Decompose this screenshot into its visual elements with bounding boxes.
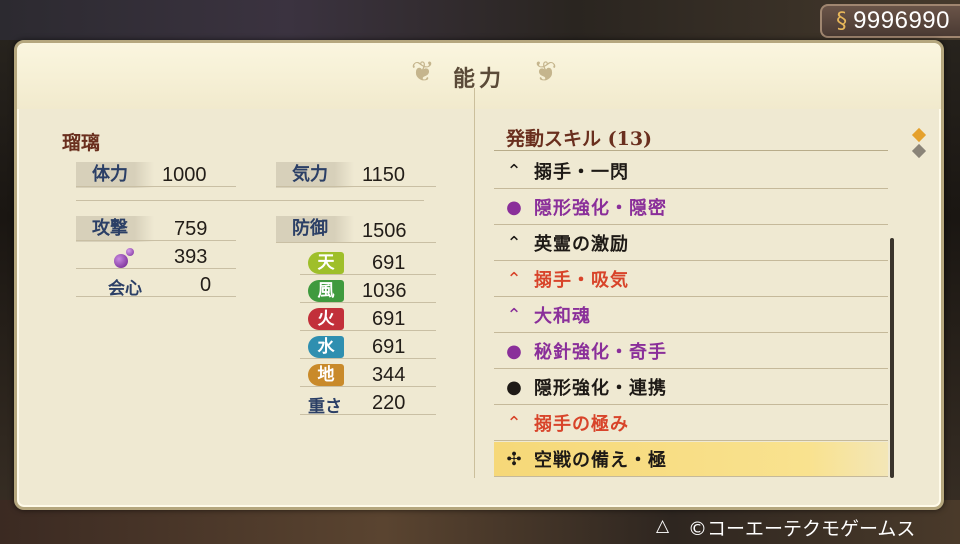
mountain-icon: ⌃ bbox=[506, 304, 522, 326]
title-bar: ❦ 能力 ❦ bbox=[17, 43, 941, 109]
skill-item[interactable]: ⌃ 搦手・一閃 bbox=[494, 154, 888, 189]
element-fire-value: 691 bbox=[372, 308, 406, 330]
divider-line bbox=[76, 268, 236, 269]
skill-label: 大和魂 bbox=[534, 306, 591, 327]
skill-label: 搦手の極み bbox=[534, 414, 629, 435]
defense-label: 防御 bbox=[276, 216, 354, 242]
divider-line bbox=[76, 296, 236, 297]
element-water-badge: 水 bbox=[308, 336, 344, 358]
attack-label: 攻撃 bbox=[76, 216, 154, 242]
element-water-value: 691 bbox=[372, 336, 406, 358]
element-earth-badge: 地 bbox=[308, 364, 344, 386]
hp-label: 体力 bbox=[76, 162, 154, 188]
divider-line bbox=[76, 186, 236, 187]
triangle-button-icon[interactable]: △ bbox=[656, 516, 669, 536]
divider-line bbox=[76, 240, 236, 241]
skill-item[interactable]: ● 隠形強化・隠密 bbox=[494, 190, 888, 225]
divider-line bbox=[300, 302, 436, 303]
mountain-icon: ⌃ bbox=[506, 268, 522, 290]
divider-line bbox=[276, 242, 436, 243]
element-heaven-value: 691 bbox=[372, 252, 406, 274]
magic-value: 393 bbox=[174, 246, 208, 268]
skill-item[interactable]: ⌃ 搦手・吸気 bbox=[494, 262, 888, 297]
mountain-icon: ⌃ bbox=[506, 232, 522, 254]
skills-header-line bbox=[494, 150, 888, 151]
skill-item[interactable]: ⌃ 英霊の激励 bbox=[494, 226, 888, 261]
purple-orb-icon: ● bbox=[506, 196, 522, 218]
skill-label: 空戦の備え・極 bbox=[534, 450, 667, 471]
money-value: 9996990 bbox=[853, 7, 950, 34]
panel-divider bbox=[474, 88, 475, 478]
divider-line bbox=[300, 414, 436, 415]
defense-value: 1506 bbox=[362, 220, 407, 242]
crit-value: 0 bbox=[200, 274, 212, 296]
coin-icon: § bbox=[836, 8, 848, 34]
skill-label: 英霊の激励 bbox=[534, 234, 629, 255]
character-name: 瑠璃 bbox=[62, 132, 101, 154]
divider-line bbox=[300, 386, 436, 387]
scrollbar[interactable] bbox=[890, 238, 894, 478]
weight-value: 220 bbox=[372, 392, 406, 414]
leaf-ornament-right-icon: ❦ bbox=[533, 55, 557, 88]
element-wind-value: 1036 bbox=[362, 280, 407, 302]
hp-value: 1000 bbox=[162, 164, 207, 186]
skill-label: 搦手・一閃 bbox=[534, 162, 629, 183]
divider-line bbox=[300, 274, 436, 275]
copyright-text: ©コーエーテクモゲームス bbox=[688, 518, 916, 540]
attack-value: 759 bbox=[174, 218, 208, 240]
mountain-icon: ⌃ bbox=[506, 412, 522, 434]
purple-orb-icon: ● bbox=[506, 340, 522, 362]
divider-line bbox=[276, 186, 436, 187]
skills-header: 発動スキル (13) bbox=[506, 128, 653, 150]
divider-line bbox=[300, 330, 436, 331]
money-display: § 9996990 bbox=[820, 4, 960, 38]
skill-item[interactable]: ⌃ 搦手の極み bbox=[494, 406, 888, 441]
skill-label: 隠形強化・連携 bbox=[534, 378, 667, 399]
skill-label: 搦手・吸気 bbox=[534, 270, 629, 291]
skill-item[interactable]: ⌃ 大和魂 bbox=[494, 298, 888, 333]
dark-orb-icon: ● bbox=[506, 376, 522, 398]
ki-label: 気力 bbox=[276, 162, 354, 188]
divider-line bbox=[300, 358, 436, 359]
skill-label: 隠形強化・隠密 bbox=[534, 198, 667, 219]
skill-item[interactable]: ● 秘針強化・奇手 bbox=[494, 334, 888, 369]
mountain-icon: ⌃ bbox=[506, 160, 522, 182]
section-divider bbox=[76, 200, 424, 201]
element-earth-value: 344 bbox=[372, 364, 406, 386]
tomoe-icon: ✣ bbox=[506, 448, 522, 470]
element-fire-badge: 火 bbox=[308, 308, 344, 330]
ki-value: 1150 bbox=[362, 164, 406, 186]
skill-item[interactable]: ● 隠形強化・連携 bbox=[494, 370, 888, 405]
element-wind-badge: 風 bbox=[308, 280, 344, 302]
skill-item[interactable]: ✣ 空戦の備え・極 bbox=[494, 442, 888, 477]
magic-orb-icon bbox=[112, 248, 136, 270]
element-heaven-badge: 天 bbox=[308, 252, 344, 274]
background-top bbox=[0, 0, 960, 40]
page-title: 能力 bbox=[452, 66, 505, 92]
skill-label: 秘針強化・奇手 bbox=[534, 342, 667, 363]
